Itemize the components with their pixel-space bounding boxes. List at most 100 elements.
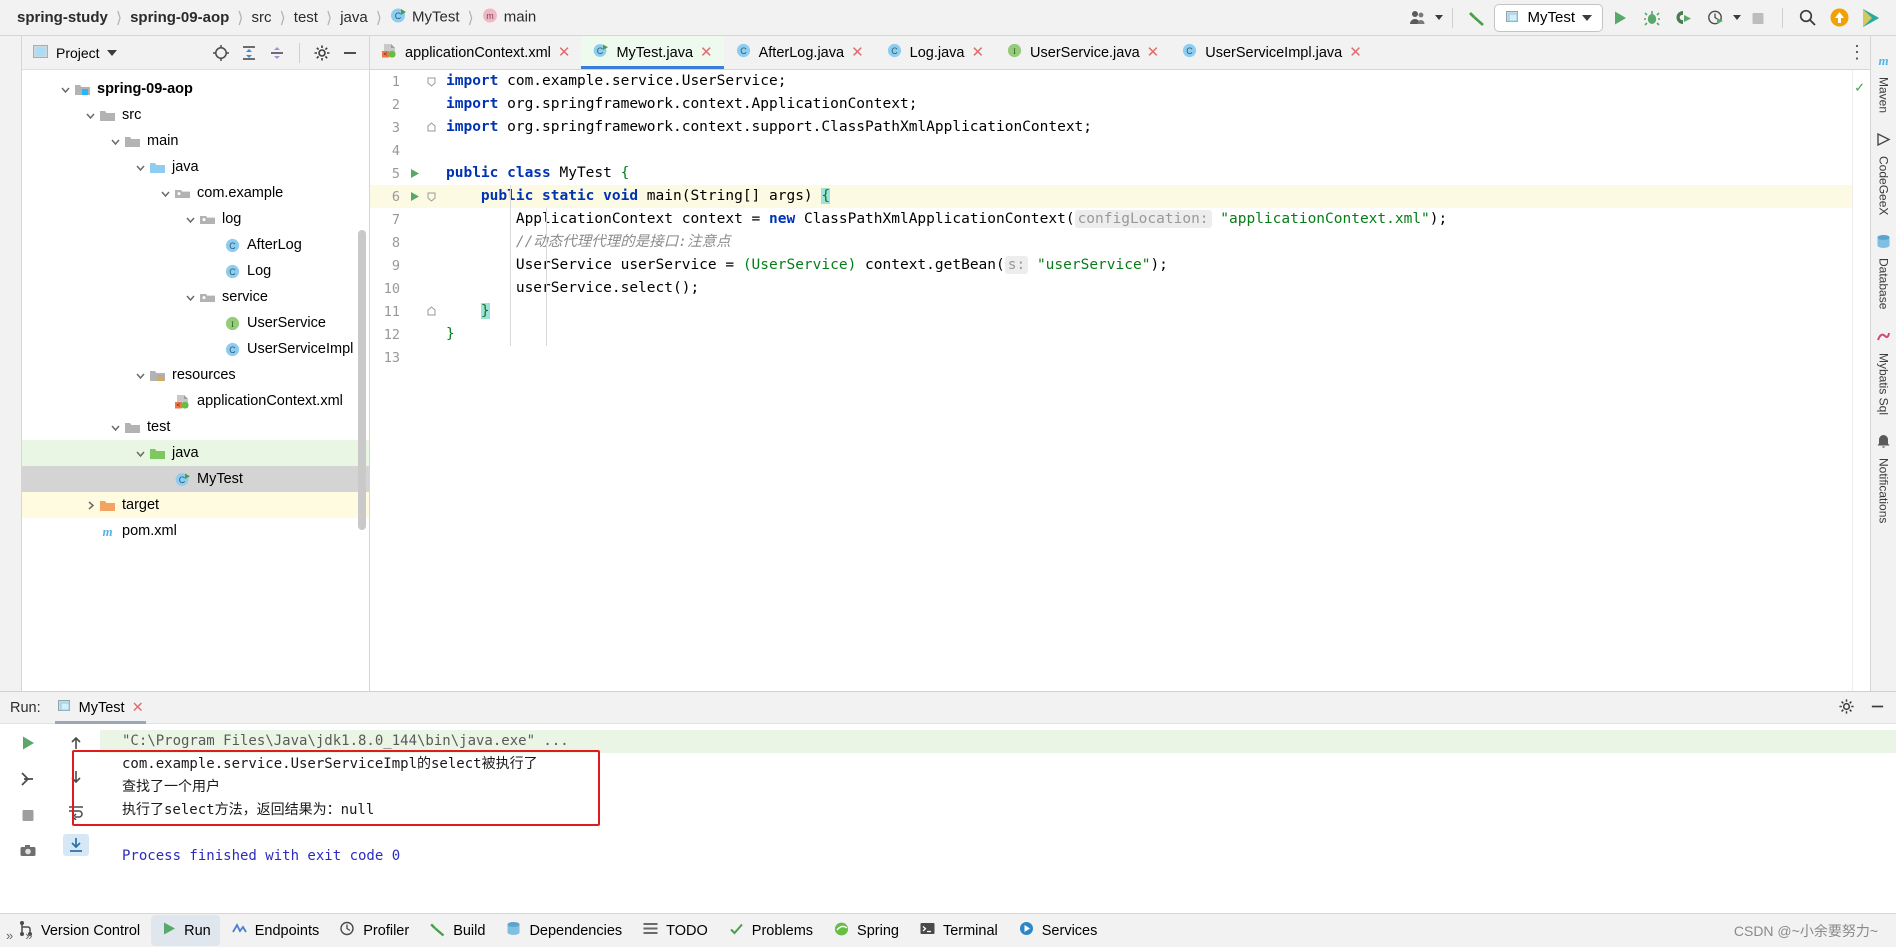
settings-gear-icon[interactable] — [309, 41, 335, 65]
breadcrumb-item-mytest[interactable]: C MyTest — [383, 7, 467, 28]
collapse-all-icon[interactable] — [264, 41, 290, 65]
status-bar-item-terminal[interactable]: Terminal — [910, 915, 1007, 946]
console-output[interactable]: "C:\Program Files\Java\jdk1.8.0_144\bin\… — [96, 724, 1896, 913]
scroll-to-end-icon[interactable] — [63, 834, 89, 856]
run-line-gutter-icon[interactable] — [404, 167, 424, 180]
run-with-coverage-icon[interactable] — [1669, 4, 1699, 32]
close-icon[interactable]: ✕ — [132, 700, 144, 716]
tree-node-pom-xml[interactable]: m pom.xml — [22, 518, 369, 544]
right-strip-item-notifications[interactable]: Notifications — [1875, 427, 1892, 529]
ide-logo-icon[interactable] — [1856, 4, 1886, 32]
editor-tab-userservice-java[interactable]: I UserService.java ✕ — [995, 36, 1170, 69]
editor-tab-afterlog-java[interactable]: C AfterLog.java ✕ — [724, 36, 875, 69]
status-bar-item-spring[interactable]: Spring — [824, 915, 908, 946]
tree-node-applicationcontext-xml[interactable]: < applicationContext.xml — [22, 388, 369, 414]
account-chevron-icon[interactable] — [1435, 15, 1444, 20]
close-icon[interactable]: ✕ — [558, 45, 571, 60]
expand-all-icon[interactable] — [236, 41, 262, 65]
tree-toggle-arrow[interactable] — [157, 185, 173, 201]
debug-icon[interactable] — [1637, 4, 1667, 32]
tree-node-src[interactable]: src — [22, 102, 369, 128]
editor-inspection-rail[interactable]: ✓ — [1852, 70, 1870, 691]
close-icon[interactable]: ✕ — [700, 45, 713, 60]
tree-node-afterlog[interactable]: C AfterLog — [22, 232, 369, 258]
breadcrumb-item-spring-09-aop[interactable]: spring-09-aop — [123, 9, 236, 26]
chevron-expand-icon-2[interactable]: » — [25, 928, 32, 943]
breadcrumb-item-src[interactable]: src — [245, 9, 279, 26]
build-hammer-icon[interactable] — [1462, 4, 1492, 32]
status-bar-item-todo[interactable]: TODO — [633, 915, 717, 946]
right-strip-item-mybatis-sql[interactable]: Mybatis Sql — [1875, 322, 1892, 421]
hide-icon[interactable] — [337, 41, 363, 65]
tree-toggle-arrow[interactable] — [82, 107, 98, 123]
scroll-down-icon[interactable] — [63, 766, 89, 788]
tree-toggle-arrow[interactable] — [182, 211, 198, 227]
chevron-down-icon[interactable] — [106, 49, 117, 56]
tree-node-log[interactable]: log — [22, 206, 369, 232]
status-bar-item-profiler[interactable]: Profiler — [330, 915, 418, 946]
tree-toggle-arrow[interactable] — [132, 159, 148, 175]
fold-marker-icon[interactable] — [424, 191, 438, 202]
camera-icon[interactable] — [15, 840, 41, 862]
tree-node-resources[interactable]: resources — [22, 362, 369, 388]
run-configuration-selector[interactable]: MyTest — [1494, 3, 1603, 32]
breadcrumb-item-spring-study[interactable]: spring-study — [10, 9, 115, 26]
search-icon[interactable] — [1792, 4, 1822, 32]
tree-node-mytest[interactable]: C MyTest — [22, 466, 369, 492]
code-editor[interactable]: 1 2 3 4 5 6 7 8 9 10 11 12 13 import com.example.ser… — [370, 70, 1870, 691]
rerun-icon[interactable] — [15, 732, 41, 754]
status-bar-item-run[interactable]: Run — [151, 915, 220, 946]
soft-wrap-icon[interactable] — [63, 800, 89, 822]
right-strip-item-database[interactable]: Database — [1875, 227, 1892, 315]
run-line-gutter-icon[interactable] — [404, 190, 424, 203]
status-bar-item-build[interactable]: Build — [420, 915, 494, 946]
chevron-expand-icon[interactable]: » — [6, 928, 13, 943]
tree-node-java[interactable]: java — [22, 154, 369, 180]
stop-icon[interactable] — [1743, 4, 1773, 32]
code-content[interactable]: import com.example.service.UserService; … — [442, 70, 1852, 691]
project-view-selector[interactable]: Project — [28, 43, 121, 63]
editor-tab-mytest-java[interactable]: C MyTest.java ✕ — [581, 36, 724, 69]
stop-icon[interactable] — [15, 804, 41, 826]
editor-tab-log-java[interactable]: C Log.java ✕ — [875, 36, 995, 69]
right-strip-item-codegeex[interactable]: CodeGeeX — [1875, 125, 1892, 221]
editor-tab-userserviceimpl-java[interactable]: C UserServiceImpl.java ✕ — [1170, 36, 1373, 69]
updates-icon[interactable] — [1824, 4, 1854, 32]
account-icon[interactable] — [1403, 4, 1433, 32]
inspection-ok-icon[interactable]: ✓ — [1855, 78, 1864, 96]
breadcrumb-item-test[interactable]: test — [287, 9, 325, 26]
run-panel-chevrons[interactable]: » » — [6, 928, 32, 943]
close-icon[interactable]: ✕ — [1349, 45, 1362, 60]
close-icon[interactable]: ✕ — [1147, 45, 1160, 60]
breadcrumb-item-java[interactable]: java — [333, 9, 375, 26]
tree-node-java[interactable]: java — [22, 440, 369, 466]
pin-icon[interactable] — [15, 768, 41, 790]
tabs-more-icon[interactable]: ⋮ — [1844, 36, 1870, 69]
tree-node-main[interactable]: main — [22, 128, 369, 154]
run-tab-mytest[interactable]: MyTest ✕ — [51, 695, 150, 724]
chevron-down-icon[interactable] — [1582, 14, 1592, 21]
tree-toggle-arrow[interactable] — [107, 419, 123, 435]
tree-node-com-example[interactable]: com.example — [22, 180, 369, 206]
project-tree[interactable]: spring-09-aop src main java com.example log C A… — [22, 70, 369, 691]
tree-toggle-arrow[interactable] — [82, 497, 98, 513]
profiler-icon[interactable] — [1701, 4, 1731, 32]
tree-toggle-arrow[interactable] — [132, 367, 148, 383]
tree-node-target[interactable]: target — [22, 492, 369, 518]
tree-toggle-arrow[interactable] — [57, 81, 73, 97]
tree-scrollbar[interactable] — [358, 230, 366, 530]
tree-node-spring-09-aop[interactable]: spring-09-aop — [22, 76, 369, 102]
close-icon[interactable]: ✕ — [971, 45, 984, 60]
tree-toggle-arrow[interactable] — [132, 445, 148, 461]
editor-tab-applicationcontext-xml[interactable]: < applicationContext.xml ✕ — [370, 36, 581, 69]
editor-gutter[interactable]: 1 2 3 4 5 6 7 8 9 10 11 12 13 — [370, 70, 442, 691]
fold-marker-icon[interactable] — [424, 306, 438, 317]
tree-node-userserviceimpl[interactable]: C UserServiceImpl — [22, 336, 369, 362]
tree-node-userservice[interactable]: I UserService — [22, 310, 369, 336]
status-bar-item-problems[interactable]: Problems — [719, 915, 822, 946]
locate-icon[interactable] — [208, 41, 234, 65]
settings-gear-icon[interactable] — [1838, 698, 1855, 718]
right-strip-item-maven[interactable]: m Maven — [1875, 46, 1892, 119]
fold-marker-icon[interactable] — [424, 122, 438, 133]
profiler-chevron-icon[interactable] — [1733, 15, 1741, 20]
